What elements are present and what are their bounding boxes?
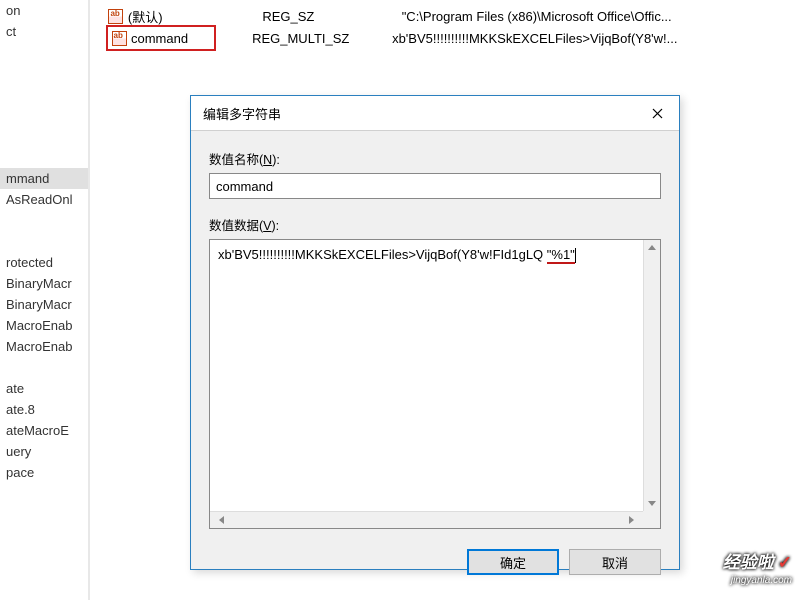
scroll-right-icon[interactable] bbox=[624, 513, 639, 528]
value-data-label: 数值数据(V): bbox=[209, 215, 661, 234]
scroll-down-icon[interactable] bbox=[645, 496, 660, 511]
check-icon: ✓ bbox=[778, 553, 792, 572]
scroll-left-icon[interactable] bbox=[214, 513, 229, 528]
value-data-textarea[interactable]: xb'BV5!!!!!!!!!!MKKSkEXCELFiles>VijqBof(… bbox=[209, 239, 661, 529]
registry-tree[interactable]: onct mmandAsReadOnl rotectedBinaryMacrBi… bbox=[0, 0, 90, 600]
value-data: xb'BV5!!!!!!!!!!MKKSkEXCELFiles>VijqBof(… bbox=[392, 31, 772, 46]
tree-item[interactable]: MacroEnab bbox=[0, 336, 88, 357]
edit-multistring-dialog: 编辑多字符串 数值名称(N): 数值数据(V): xb'BV5!!!!!!!!!… bbox=[190, 95, 680, 570]
vertical-scrollbar[interactable] bbox=[643, 240, 660, 511]
scroll-up-icon[interactable] bbox=[645, 240, 660, 255]
tree-item[interactable]: ate.8 bbox=[0, 399, 88, 420]
value-type: REG_MULTI_SZ bbox=[252, 31, 392, 46]
tree-item[interactable] bbox=[0, 147, 88, 168]
close-button[interactable] bbox=[643, 103, 671, 123]
value-row-default[interactable]: ab (默认) REG_SZ "C:\Program Files (x86)\M… bbox=[100, 5, 780, 27]
dialog-buttons: 确定 取消 bbox=[191, 539, 679, 575]
tree-item[interactable] bbox=[0, 126, 88, 147]
watermark: 经验啦✓ jingyanla.com bbox=[723, 554, 792, 590]
value-name: (默认) bbox=[128, 7, 262, 26]
value-name: command bbox=[131, 31, 188, 46]
close-icon bbox=[652, 108, 663, 119]
tree-item[interactable] bbox=[0, 105, 88, 126]
ok-button[interactable]: 确定 bbox=[467, 549, 559, 575]
tree-item[interactable]: BinaryMacr bbox=[0, 273, 88, 294]
tree-item[interactable] bbox=[0, 84, 88, 105]
string-value-icon: ab bbox=[111, 30, 127, 46]
dialog-title: 编辑多字符串 bbox=[203, 104, 281, 123]
cancel-button[interactable]: 取消 bbox=[569, 549, 661, 575]
value-type: REG_SZ bbox=[262, 9, 401, 24]
value-data: "C:\Program Files (x86)\Microsoft Office… bbox=[402, 9, 780, 24]
scroll-corner bbox=[643, 511, 660, 528]
dialog-titlebar[interactable]: 编辑多字符串 bbox=[191, 96, 679, 131]
tree-item[interactable] bbox=[0, 210, 88, 231]
tree-item[interactable]: BinaryMacr bbox=[0, 294, 88, 315]
value-row-command[interactable]: ab command REG_MULTI_SZ xb'BV5!!!!!!!!!!… bbox=[100, 27, 780, 49]
tree-item[interactable] bbox=[0, 231, 88, 252]
tree-item[interactable]: ate bbox=[0, 378, 88, 399]
horizontal-scrollbar[interactable] bbox=[210, 511, 643, 528]
tree-item[interactable]: pace bbox=[0, 462, 88, 483]
tree-item[interactable]: ct bbox=[0, 21, 88, 42]
value-name-input[interactable] bbox=[209, 173, 661, 199]
tree-item[interactable]: uery bbox=[0, 441, 88, 462]
tree-item[interactable]: rotected bbox=[0, 252, 88, 273]
value-name-label: 数值名称(N): bbox=[209, 149, 661, 168]
tree-item[interactable]: AsReadOnl bbox=[0, 189, 88, 210]
string-value-icon: ab bbox=[108, 8, 124, 24]
text-caret bbox=[575, 248, 576, 263]
value-data-content: xb'BV5!!!!!!!!!!MKKSkEXCELFiles>VijqBof(… bbox=[210, 240, 660, 270]
tree-item[interactable]: mmand bbox=[0, 168, 88, 189]
tree-item[interactable]: on bbox=[0, 0, 88, 21]
tree-item[interactable]: MacroEnab bbox=[0, 315, 88, 336]
tree-item[interactable] bbox=[0, 63, 88, 84]
tree-item[interactable] bbox=[0, 483, 88, 504]
tree-item[interactable] bbox=[0, 357, 88, 378]
tree-item[interactable]: ateMacroE bbox=[0, 420, 88, 441]
registry-values-list[interactable]: ab (默认) REG_SZ "C:\Program Files (x86)\M… bbox=[100, 5, 780, 49]
tree-item[interactable] bbox=[0, 42, 88, 63]
